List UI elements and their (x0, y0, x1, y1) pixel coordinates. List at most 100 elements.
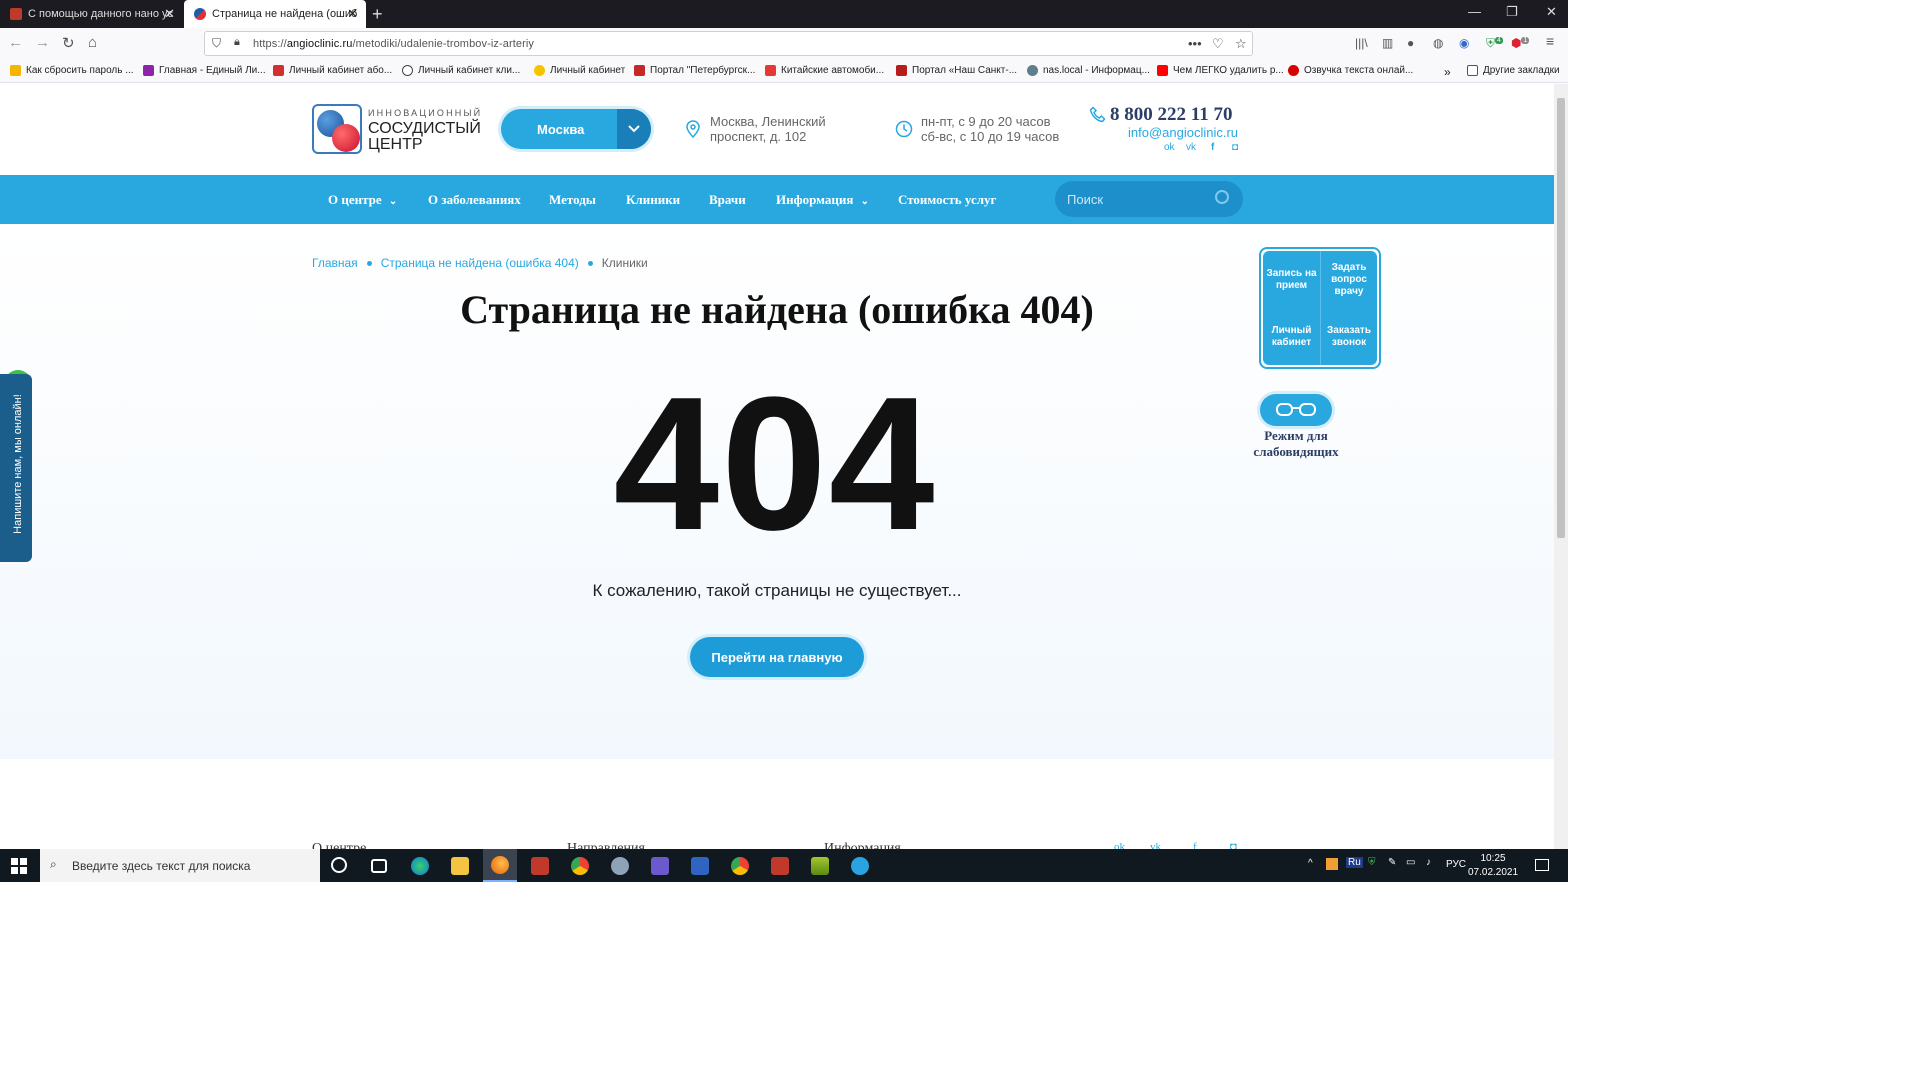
globe-icon[interactable]: ◍ (1433, 36, 1443, 50)
volume-icon[interactable]: ♪ (1426, 857, 1431, 868)
scrollbar-thumb[interactable] (1557, 98, 1565, 538)
chrome-icon[interactable] (731, 857, 749, 875)
close-tab-icon[interactable]: ✕ (164, 6, 175, 22)
browser-tab-1[interactable]: С помощью данного нано ус ✕ (0, 0, 183, 28)
extension-shield-icon[interactable]: ⛨ 4 (1486, 36, 1503, 51)
back-icon[interactable]: ← (8, 34, 23, 51)
bookmark-item[interactable]: Чем ЛЕГКО удалить р... (1157, 65, 1284, 76)
breadcrumb-404[interactable]: Страница не найдена (ошибка 404) (381, 256, 579, 270)
odnoklassniki-icon[interactable]: ok (1114, 841, 1125, 849)
tray-app-icon[interactable] (1326, 858, 1338, 870)
other-bookmarks-folder[interactable]: Другие закладки (1467, 65, 1560, 76)
callback-button[interactable]: Заказать звонок (1320, 308, 1377, 365)
new-tab-icon[interactable]: + (372, 4, 383, 25)
search-icon[interactable] (1215, 190, 1229, 204)
bookmark-item[interactable]: Озвучка текста онлай... (1288, 65, 1413, 76)
chat-label[interactable]: Напишите нам, мы онлайн! (12, 384, 24, 544)
personal-cabinet-button[interactable]: Личный кабинет (1263, 308, 1320, 365)
appointment-button[interactable]: Запись на прием (1263, 251, 1320, 308)
menu-item-clinics[interactable]: Клиники (626, 192, 680, 208)
more-actions-icon[interactable]: ••• (1188, 36, 1202, 51)
file-explorer-icon[interactable] (451, 857, 469, 875)
menu-item-methods[interactable]: Методы (549, 192, 596, 208)
app-icon[interactable] (531, 857, 549, 875)
forward-icon[interactable]: → (35, 34, 50, 51)
telegram-icon[interactable] (851, 857, 869, 875)
sidebar-icon[interactable]: ▥ (1382, 36, 1393, 50)
save-app-icon[interactable] (691, 857, 709, 875)
windows-start-icon[interactable] (11, 858, 27, 874)
low-vision-label[interactable]: Режим для слабовидящих (1236, 428, 1356, 460)
vk-icon[interactable]: vk (1186, 142, 1196, 153)
lock-icon[interactable]: 🔒︎ (234, 36, 240, 49)
language-indicator[interactable]: Ru (1346, 857, 1363, 868)
bookmark-item[interactable]: Китайские автомоби... (765, 65, 884, 76)
home-icon[interactable]: ⌂ (88, 34, 97, 51)
shield-icon[interactable]: ⛨ (1368, 857, 1376, 868)
bookmark-item[interactable]: Личный кабинет (534, 65, 625, 76)
menu-item-information[interactable]: Информация ⌄ (776, 192, 869, 208)
bookmarks-overflow-icon[interactable]: » (1444, 65, 1451, 79)
shield-icon[interactable]: ⛉ (212, 36, 221, 51)
facebook-icon[interactable]: f (1193, 841, 1197, 849)
vpn-icon[interactable]: ◉ (1459, 36, 1469, 50)
browser-tab-2-active[interactable]: Страница не найдена (ошибк ✕ (184, 0, 366, 28)
input-language[interactable]: РУС (1446, 859, 1466, 870)
site-logo[interactable]: ИННОВАЦИОННЫЙ СОСУДИСТЫЙ ЦЕНТР (312, 104, 482, 154)
chrome-icon[interactable] (571, 857, 589, 875)
menu-item-prices[interactable]: Стоимость услуг (898, 192, 996, 208)
bookmark-item[interactable]: Главная - Единый Ли... (143, 65, 266, 76)
menu-item-diseases[interactable]: О заболеваниях (428, 192, 521, 208)
cortana-icon[interactable] (331, 857, 347, 873)
odnoklassniki-icon[interactable]: ok (1164, 142, 1175, 153)
close-window-icon[interactable]: ✕ (1546, 4, 1557, 20)
page-scrollbar[interactable] (1554, 84, 1568, 849)
clock[interactable]: 10:25 07.02.2021 (1468, 852, 1518, 880)
bookmark-item[interactable]: Как сбросить пароль ... (10, 65, 134, 76)
minimize-icon[interactable]: — (1468, 4, 1481, 19)
facebook-icon[interactable]: f (1211, 142, 1214, 153)
go-home-button[interactable]: Перейти на главную (690, 637, 864, 677)
bookmark-item[interactable]: Личный кабинет або... (273, 65, 392, 76)
reload-icon[interactable]: ↻ (62, 34, 75, 52)
search-input[interactable]: Поиск (1055, 181, 1243, 217)
chevron-down-icon[interactable] (617, 109, 651, 149)
app-icon[interactable] (651, 857, 669, 875)
account-icon[interactable]: ● (1407, 36, 1414, 50)
network-icon[interactable]: ▭ (1406, 857, 1415, 868)
city-selector[interactable]: Москва (501, 109, 651, 149)
breadcrumb-home[interactable]: Главная (312, 256, 358, 270)
bookmark-item[interactable]: Портал "Петербургск... (634, 65, 755, 76)
notifications-icon[interactable] (1535, 859, 1549, 871)
close-tab-icon[interactable]: ✕ (347, 6, 358, 22)
vk-icon[interactable]: vk (1150, 841, 1161, 849)
instagram-icon[interactable]: ◘ (1232, 142, 1238, 153)
email-link[interactable]: info@angioclinic.ru (1128, 125, 1238, 140)
library-icon[interactable]: |||\ (1355, 36, 1368, 50)
app-icon[interactable] (611, 857, 629, 875)
tray-pen-icon[interactable]: ✎ (1388, 857, 1396, 868)
bookmark-item[interactable]: nas.local - Информац... (1027, 65, 1150, 76)
ask-doctor-button[interactable]: Задать вопрос врачу (1320, 251, 1377, 308)
bookmark-item[interactable]: Портал «Наш Санкт-... (896, 65, 1017, 76)
firefox-taskbar-active[interactable] (483, 849, 517, 882)
task-view-icon[interactable] (371, 859, 387, 873)
instagram-icon[interactable]: ◘ (1230, 841, 1237, 849)
app-icon[interactable] (771, 857, 789, 875)
menu-item-about[interactable]: О центре ⌄ (328, 192, 397, 208)
pocket-icon[interactable]: ♡ (1212, 36, 1224, 52)
menu-item-doctors[interactable]: Врачи (709, 192, 746, 208)
taskbar-search-input[interactable]: ⌕ Введите здесь текст для поиска (40, 849, 320, 882)
low-vision-button[interactable] (1260, 394, 1332, 426)
url-bar[interactable]: ⛉ 🔒︎ https://angioclinic.ru/metodiki/uda… (204, 31, 1253, 56)
bookmark-star-icon[interactable]: ☆ (1235, 36, 1247, 52)
browser-nav-bar: ← → ↻ ⌂ ⛉ 🔒︎ https://angioclinic.ru/meto… (0, 28, 1568, 59)
restore-icon[interactable]: ❐ (1506, 4, 1518, 20)
chevron-up-icon[interactable]: ^ (1308, 858, 1313, 869)
bookmark-item[interactable]: Личный кабинет кли... (402, 65, 520, 76)
adblock-icon[interactable]: ⬢ 1 (1511, 36, 1530, 50)
edge-icon[interactable] (411, 857, 429, 875)
menu-hamburger-icon[interactable]: ≡ (1546, 33, 1554, 49)
phone-number[interactable]: 8 800 222 11 70 (1110, 104, 1232, 126)
app-icon[interactable] (811, 857, 829, 875)
